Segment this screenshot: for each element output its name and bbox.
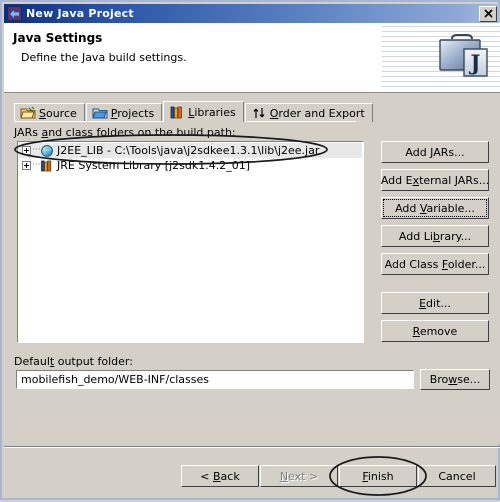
browse-button[interactable]: Browse...	[420, 369, 490, 390]
tab-libraries[interactable]: Libraries	[163, 101, 244, 122]
page-subtitle: Define the Java build settings.	[21, 51, 187, 64]
tab-order-and-export[interactable]: Order and Export	[244, 103, 373, 122]
add-library-button[interactable]: Add Library...	[381, 225, 489, 247]
add-class-folder-button[interactable]: Add Class Folder...	[381, 253, 489, 275]
back-label: < Back	[200, 469, 240, 483]
list-item[interactable]: ··· J2EE_LIB - C:\Tools\java\j2sdkee1.3.…	[19, 143, 362, 158]
close-glyph	[483, 8, 493, 18]
finish-label: Finish	[362, 469, 394, 483]
close-icon[interactable]	[479, 6, 497, 22]
tree-connector: ···	[32, 160, 41, 170]
tab-libraries-label: Libraries	[188, 105, 236, 119]
cancel-button[interactable]: Cancel	[418, 465, 496, 487]
page-title: Java Settings	[13, 31, 103, 45]
dialog-window: New Java Project Java Settings Define th…	[0, 0, 500, 500]
add-jars-button[interactable]: Add JARs...	[381, 141, 489, 163]
add-jars-label: Add JARs...	[405, 145, 465, 159]
tab-source[interactable]: Source	[14, 103, 85, 122]
jre-library-icon	[40, 159, 54, 173]
title-bar: New Java Project	[4, 4, 500, 23]
libraries-books-icon	[169, 105, 185, 119]
order-arrows-icon	[251, 106, 267, 120]
button-bar-separator	[4, 446, 500, 448]
next-button: Next >	[260, 465, 338, 487]
source-folder-icon	[20, 106, 36, 120]
eclipse-wizard-icon	[7, 6, 22, 21]
list-item-label: JRE System Library [j2sdk1.4.2_01]	[57, 159, 251, 172]
cancel-label: Cancel	[438, 469, 476, 483]
tree-connector: ···	[32, 145, 41, 155]
add-variable-label: Add Variable...	[395, 201, 475, 215]
list-item[interactable]: ··· JRE System Library [j2sdk1.4.2_01]	[19, 158, 362, 173]
remove-button[interactable]: Remove	[381, 320, 489, 342]
browse-label: Browse...	[429, 373, 481, 386]
back-button[interactable]: < Back	[181, 465, 259, 487]
remove-label: Remove	[412, 324, 458, 338]
tab-source-label: Source	[39, 106, 77, 120]
edit-button[interactable]: Edit...	[381, 292, 489, 314]
wizard-header: Java Settings Define the Java build sett…	[4, 23, 500, 93]
add-external-jars-button[interactable]: Add External JARs...	[381, 169, 489, 191]
tab-order-and-export-label: Order and Export	[269, 106, 365, 120]
dialog-body: Source Projects Libraries Order and Expo…	[4, 93, 500, 444]
list-item-label: J2EE_LIB - C:\Tools\java\j2sdkee1.3.1\li…	[57, 144, 320, 157]
projects-folder-icon	[92, 106, 108, 120]
svg-text:J: J	[469, 50, 481, 75]
add-variable-button[interactable]: Add Variable...	[381, 197, 489, 219]
add-library-label: Add Library...	[398, 229, 472, 243]
next-label: Next >	[279, 469, 319, 483]
tab-strip: Source Projects Libraries Order and Expo…	[14, 101, 374, 122]
tab-projects[interactable]: Projects	[85, 103, 163, 122]
window-title: New Java Project	[26, 7, 134, 20]
edit-label: Edit...	[419, 296, 451, 310]
output-folder-input[interactable]: mobilefish_demo/WEB-INF/classes	[16, 370, 414, 389]
tab-projects-label: Projects	[110, 106, 155, 120]
add-external-jars-label: Add External JARs...	[380, 173, 490, 187]
variable-jar-icon	[40, 144, 54, 158]
build-path-list[interactable]: ··· J2EE_LIB - C:\Tools\java\j2sdkee1.3.…	[17, 141, 364, 343]
output-folder-label: Default output folder:	[14, 355, 133, 368]
add-class-folder-label: Add Class Folder...	[384, 257, 486, 271]
finish-button[interactable]: Finish	[339, 465, 417, 487]
expand-plus-icon[interactable]	[22, 161, 31, 170]
build-path-label: JARs and class folders on the build path…	[14, 126, 236, 139]
java-project-icon: J	[439, 34, 488, 77]
expand-plus-icon[interactable]	[22, 146, 31, 155]
